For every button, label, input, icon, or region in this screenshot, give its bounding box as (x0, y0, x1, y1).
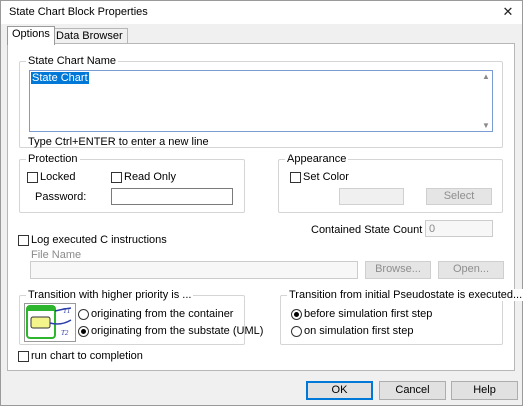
priority-group: Transition with higher priority is ... T… (19, 289, 263, 345)
options-panel: State Chart Name State Chart ▲ ▼ Type Ct… (7, 43, 523, 371)
protection-group: Protection Locked Read Only Password: (19, 153, 245, 213)
priority-diagram: T1 T2 (24, 303, 76, 342)
locked-checkbox[interactable] (27, 172, 38, 183)
state-chart-name-value: State Chart (31, 72, 89, 84)
container-priority-label: originating from the container (91, 308, 234, 320)
on-first-step-label: on simulation first step (304, 325, 414, 337)
appearance-group: Appearance Set Color Select (278, 153, 503, 213)
password-field[interactable] (111, 188, 233, 205)
contained-state-count-field: 0 (425, 220, 493, 237)
priority-group-title: Transition with higher priority is ... (26, 289, 194, 301)
locked-label: Locked (40, 171, 76, 183)
name-hint: Type Ctrl+ENTER to enter a new line (28, 136, 209, 148)
log-executed-label: Log executed C instructions (31, 234, 167, 246)
appearance-group-title: Appearance (285, 153, 349, 165)
state-chart-name-field[interactable]: State Chart ▲ ▼ (29, 70, 493, 132)
browse-button[interactable]: Browse... (365, 261, 431, 279)
open-button[interactable]: Open... (438, 261, 504, 279)
radio-substate-priority[interactable] (78, 326, 89, 337)
log-executed-checkbox[interactable] (18, 235, 29, 246)
file-name-label: File Name (31, 249, 82, 261)
window-title: State Chart Block Properties (9, 6, 148, 18)
name-field-scrollbar[interactable]: ▲ ▼ (480, 71, 492, 131)
radio-on-first-step[interactable] (291, 326, 302, 337)
chevron-down-icon[interactable]: ▼ (482, 121, 490, 130)
help-button[interactable]: Help (451, 381, 518, 400)
tab-data-browser[interactable]: Data Browser (51, 28, 128, 44)
cancel-button[interactable]: Cancel (379, 381, 446, 400)
t2-label: T2 (61, 329, 69, 337)
close-icon[interactable]: ✕ (496, 1, 520, 23)
select-color-button[interactable]: Select (426, 188, 492, 205)
run-to-completion-label: run chart to completion (31, 350, 143, 362)
name-group: State Chart Name State Chart ▲ ▼ Type Ct… (19, 55, 503, 148)
before-first-step-label: before simulation first step (304, 308, 433, 320)
ok-button[interactable]: OK (306, 381, 373, 400)
radio-before-first-step[interactable] (291, 309, 302, 320)
name-group-title: State Chart Name (26, 55, 119, 67)
t1-label: T1 (63, 307, 70, 315)
read-only-label: Read Only (124, 171, 176, 183)
priority-diagram-graphic: T1 T2 (26, 305, 72, 339)
color-swatch (339, 188, 404, 205)
title-bar: State Chart Block Properties ✕ (1, 1, 522, 24)
password-label: Password: (35, 191, 87, 203)
radio-container-priority[interactable] (78, 309, 89, 320)
contained-state-count-label: Contained State Count (311, 224, 423, 236)
file-name-field[interactable] (30, 261, 358, 279)
protection-group-title: Protection (26, 153, 80, 165)
chevron-up-icon[interactable]: ▲ (482, 72, 490, 81)
run-to-completion-checkbox[interactable] (18, 351, 29, 362)
dialog-window: State Chart Block Properties ✕ Options D… (0, 0, 523, 406)
pseudostate-group: Transition from initial Pseudostate is e… (280, 289, 523, 345)
read-only-checkbox[interactable] (111, 172, 122, 183)
substate-priority-label: originating from the substate (UML) (91, 325, 264, 337)
set-color-checkbox[interactable] (290, 172, 301, 183)
tab-options[interactable]: Options (7, 26, 55, 45)
set-color-label: Set Color (303, 171, 349, 183)
pseudostate-group-title: Transition from initial Pseudostate is e… (287, 289, 523, 301)
